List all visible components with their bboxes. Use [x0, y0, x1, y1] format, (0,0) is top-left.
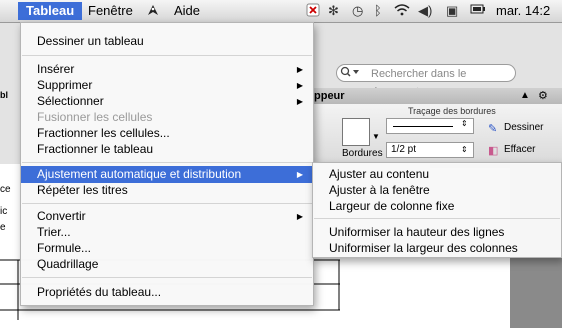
edge-letter: e	[0, 222, 6, 233]
stepper-icon: ⇕	[461, 145, 468, 154]
ajustement-submenu: Ajuster au contenu Ajuster à la fenêtre …	[312, 162, 562, 258]
battery-icon[interactable]	[470, 3, 486, 19]
submenu-arrow-icon: ▶	[296, 212, 303, 221]
menu-item-label: Trier...	[37, 225, 71, 239]
submenu-arrow-icon: ▶	[296, 65, 303, 74]
edge-letter: bl	[0, 90, 8, 100]
menu-item-fractionner-cellules[interactable]: Fractionner les cellules...	[21, 125, 313, 142]
menu-separator	[22, 277, 312, 278]
gear-icon[interactable]: ⚙	[538, 88, 548, 104]
menu-item-label: Propriétés du tableau...	[37, 285, 162, 299]
line-style-select[interactable]: ⇕	[386, 118, 474, 134]
line-weight-select[interactable]: 1/2 pt ⇕	[386, 142, 474, 158]
menu-item-repeter-titres[interactable]: Répéter les titres	[21, 182, 313, 199]
bluetooth-icon[interactable]: ᛒ	[374, 3, 382, 19]
tableau-menu: Dessiner un tableau Insérer ▶ Supprimer ▶ …	[20, 22, 314, 306]
menu-item-label: Fractionner le tableau	[37, 142, 154, 156]
erase-button[interactable]: Effacer	[504, 144, 536, 155]
menubar-aide[interactable]: Aide	[166, 2, 208, 20]
close-x-icon[interactable]	[306, 3, 320, 21]
display-icon[interactable]: ▣	[446, 3, 458, 19]
menu-item-label: Convertir	[37, 209, 86, 223]
submenu-arrow-icon: ▶	[296, 81, 303, 90]
menu-item-label: Fusionner les cellules	[37, 110, 153, 124]
menu-item-label: Insérer	[37, 62, 75, 76]
search-icon[interactable]	[340, 66, 362, 81]
menu-item-label: Répéter les titres	[37, 183, 128, 197]
collapse-icon[interactable]: ▲	[520, 88, 530, 104]
menu-separator	[22, 55, 312, 56]
menu-item-trier[interactable]: Trier...	[21, 224, 313, 241]
network-status-icon[interactable]: ✻	[328, 3, 339, 19]
menu-item-label: Supprimer	[37, 78, 93, 92]
menu-separator	[314, 218, 560, 219]
menu-item-label: Dessiner un tableau	[37, 34, 144, 48]
bordures-label: Bordures	[342, 148, 383, 159]
volume-icon[interactable]: ◀)	[418, 3, 432, 19]
submenu-item-largeur-fixe[interactable]: Largeur de colonne fixe	[313, 198, 561, 214]
edge-letter: ce	[0, 184, 11, 195]
submenu-item-label: Largeur de colonne fixe	[329, 199, 455, 213]
menu-item-selectionner[interactable]: Sélectionner ▶	[21, 93, 313, 110]
submenu-arrow-icon: ▶	[296, 97, 303, 106]
menu-item-quadrillage[interactable]: Quadrillage	[21, 256, 313, 273]
line-weight-value: 1/2 pt	[391, 144, 417, 155]
draw-button[interactable]: Dessiner	[504, 122, 543, 133]
ribbon-tab-label[interactable]: ppeur	[312, 88, 345, 104]
submenu-item-uniformiser-largeur[interactable]: Uniformiser la largeur des colonnes	[313, 240, 561, 256]
menu-bar: Tableau Fenêtre Aide ✻ ◷ ᛒ ◀) ▣ mar. 14:…	[0, 0, 562, 23]
submenu-item-ajuster-contenu[interactable]: Ajuster au contenu	[313, 166, 561, 182]
menu-item-fractionner-tableau[interactable]: Fractionner le tableau	[21, 141, 313, 158]
ribbon-group-title: Traçage des bordures	[408, 106, 496, 116]
menubar-fenetre[interactable]: Fenêtre	[80, 2, 141, 20]
pencil-icon[interactable]: ✎	[488, 122, 497, 135]
submenu-item-label: Uniformiser la hauteur des lignes	[329, 225, 505, 239]
submenu-item-label: Ajuster au contenu	[329, 167, 430, 181]
menu-item-label: Formule...	[37, 241, 92, 255]
menu-item-dessiner-tableau[interactable]: Dessiner un tableau	[21, 33, 313, 50]
wifi-icon[interactable]	[394, 3, 410, 21]
menu-item-label: Quadrillage	[37, 257, 99, 271]
submenu-item-ajuster-fenetre[interactable]: Ajuster à la fenêtre	[313, 182, 561, 198]
menu-item-label: Ajustement automatique et distribution	[37, 167, 242, 181]
stepper-icon: ⇕	[461, 119, 468, 128]
menu-item-ajustement-auto[interactable]: Ajustement automatique et distribution ▶	[21, 166, 313, 183]
ribbon-tab-bar: ppeur ▲ ⚙	[312, 88, 562, 105]
menu-item-label: Fractionner les cellules...	[37, 126, 170, 140]
submenu-arrow-icon: ▶	[296, 170, 303, 179]
menu-separator	[22, 162, 312, 163]
menu-separator	[22, 203, 312, 204]
menu-item-convertir[interactable]: Convertir ▶	[21, 208, 313, 225]
menu-item-fusionner: Fusionner les cellules	[21, 109, 313, 126]
script-menu-icon[interactable]	[146, 3, 160, 21]
border-style-swatch[interactable]	[342, 118, 370, 146]
menu-item-supprimer[interactable]: Supprimer ▶	[21, 77, 313, 94]
time-machine-icon[interactable]: ◷	[352, 3, 363, 19]
edge-letter: ic	[0, 206, 8, 217]
menu-item-label: Sélectionner	[37, 94, 104, 108]
search-input[interactable]: Rechercher dans le document	[336, 64, 516, 98]
menu-item-proprietes[interactable]: Propriétés du tableau...	[21, 284, 313, 301]
submenu-item-label: Uniformiser la largeur des colonnes	[329, 241, 518, 255]
clock[interactable]: mar. 14:2	[496, 2, 550, 20]
chevron-down-icon[interactable]: ▼	[372, 132, 380, 141]
menubar-tableau[interactable]: Tableau	[18, 2, 83, 20]
submenu-item-uniformiser-hauteur[interactable]: Uniformiser la hauteur des lignes	[313, 224, 561, 240]
ribbon-panel: Traçage des bordures ▼ Bordures ⇕ 1/2 pt…	[312, 104, 562, 165]
eraser-icon[interactable]: ◧	[488, 144, 498, 157]
submenu-item-label: Ajuster à la fenêtre	[329, 183, 430, 197]
menu-item-formule[interactable]: Formule...	[21, 240, 313, 257]
menu-item-inserer[interactable]: Insérer ▶	[21, 61, 313, 78]
